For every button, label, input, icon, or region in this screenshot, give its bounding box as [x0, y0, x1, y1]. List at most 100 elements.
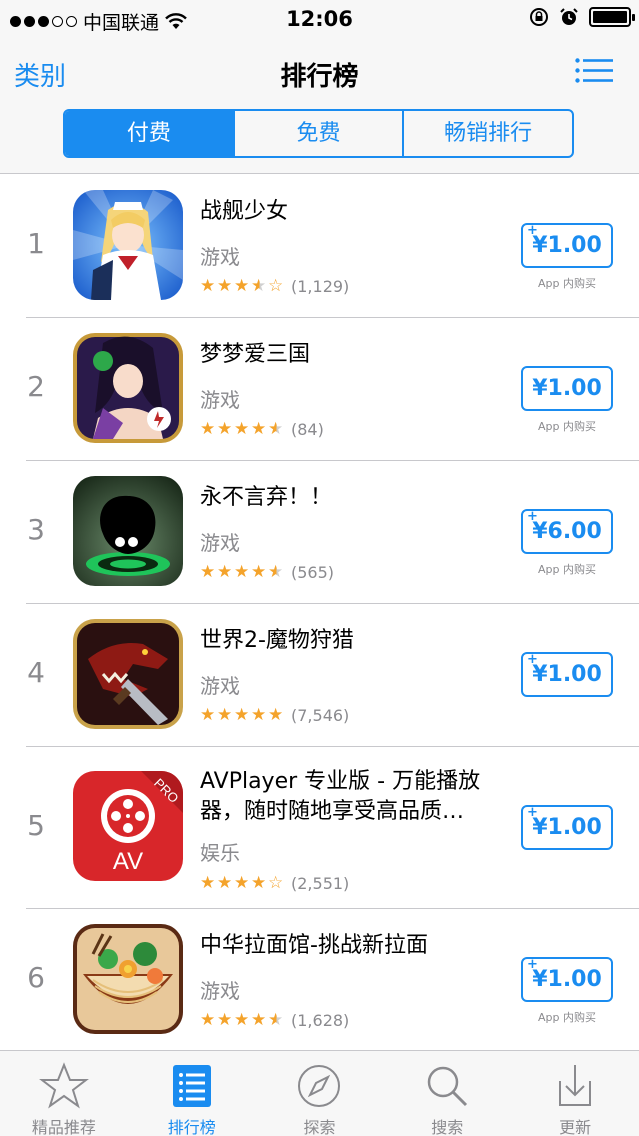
rank-number: 6: [27, 961, 45, 994]
navigation-bar: 类别 排行榜 付费 免费 畅销排行: [0, 38, 639, 174]
plus-icon: +: [527, 957, 538, 972]
app-icon[interactable]: [73, 333, 183, 443]
app-row[interactable]: 6 中华拉面馆-挑战新拉面 游戏 ★★★★★(1,628) +¥1.: [0, 909, 639, 1052]
app-name: 梦梦爱三国: [200, 342, 311, 367]
rating-count: (84): [291, 420, 324, 439]
price-area: + ¥1.00: [521, 805, 613, 857]
star-rating-icon: ★ ★ ★ ★ ☆: [200, 875, 285, 892]
rating: ★ ★ ★ ★ ★ (1,628): [200, 1011, 349, 1030]
star-icon: ★: [200, 419, 216, 439]
price-button[interactable]: ¥1.00: [521, 366, 613, 411]
star-icon: ★: [268, 562, 284, 582]
app-icon[interactable]: [73, 924, 183, 1034]
rank-number: 5: [27, 809, 45, 842]
price-button[interactable]: + ¥1.00: [521, 223, 613, 268]
star-icon: ★: [200, 873, 216, 893]
price-button[interactable]: + ¥1.00: [521, 805, 613, 850]
segment-paid[interactable]: 付费: [65, 111, 233, 156]
app-name: 永不言弃！！: [200, 485, 333, 510]
tab-label: 更新: [559, 1118, 592, 1136]
app-name: AVPlayer 专业版 - 万能播放器，随时随地享受高品质…: [200, 769, 481, 824]
rating: ★ ★ ★ ★ ★ (7,546): [200, 706, 349, 725]
app-category: 游戏: [200, 979, 240, 1003]
star-icon: ★: [200, 1010, 216, 1030]
star-icon: ★: [251, 562, 267, 582]
star-icon: ★: [234, 705, 250, 725]
star-icon: ★: [251, 419, 267, 439]
tab-featured[interactable]: 精品推荐: [0, 1051, 128, 1136]
app-row[interactable]: 5 PRO AV AVPlayer 专业版 - 万能播放器，随时随地享受高品质……: [0, 747, 639, 909]
tab-bar: 精品推荐 排行榜 探索 搜索 更新: [0, 1050, 639, 1136]
tab-label: 搜索: [431, 1118, 464, 1136]
in-app-purchase-note: App 内购买: [538, 563, 596, 576]
rating: ★ ★ ★ ★ ☆ (2,551): [200, 874, 349, 893]
app-name: 世界2-魔物狩猎: [200, 628, 354, 653]
app-category: 游戏: [200, 674, 240, 698]
app-row[interactable]: 1 战舰少女 游戏 ★ ★ ★ ★ ☆ (1,129) + ¥1.00 App 内购买: [0, 175, 639, 318]
star-icon: ★: [217, 705, 233, 725]
app-row[interactable]: 3 永不言弃！！ 游戏 ★ ★ ★ ★ ★ (565) + ¥6.00 App 内购买: [0, 461, 639, 604]
app-row[interactable]: 2 梦梦爱三国 游戏 ★ ★ ★ ★ ★ (84) ¥1.00 App 内购买: [0, 318, 639, 461]
app-icon[interactable]: [73, 619, 183, 729]
star-icon: [38, 1062, 89, 1109]
tab-search[interactable]: 搜索: [383, 1051, 511, 1136]
price-button[interactable]: + ¥6.00: [521, 509, 613, 554]
app-icon[interactable]: [73, 476, 183, 586]
app-icon[interactable]: [73, 190, 183, 300]
app-icon[interactable]: PRO AV: [73, 771, 183, 881]
star-icon: ★: [251, 1010, 267, 1030]
star-icon: ★: [217, 1010, 233, 1030]
star-icon: ☆: [268, 873, 284, 893]
rank-number: 3: [27, 513, 45, 546]
price-label: ¥1.00: [532, 662, 602, 687]
status-bar: 中国联通 12:06: [0, 0, 639, 38]
status-right: [529, 7, 635, 27]
plus-icon: +: [527, 223, 538, 238]
rating: ★ ★ ★ ★ ★ (84): [200, 420, 324, 439]
search-icon: [428, 1066, 468, 1107]
rank-number: 1: [27, 227, 45, 260]
tab-updates[interactable]: 更新: [511, 1051, 639, 1136]
plus-icon: +: [527, 652, 538, 667]
in-app-purchase-note: App 内购买: [538, 1011, 596, 1024]
segment-top-grossing[interactable]: 畅销排行: [402, 111, 572, 156]
rank-number: 2: [27, 370, 45, 403]
rating-count: (7,546): [291, 706, 350, 725]
star-icon: ★: [217, 562, 233, 582]
star-icon: ★: [234, 1010, 250, 1030]
price-label: ¥1.00: [532, 233, 602, 258]
star-icon: ★: [200, 705, 216, 725]
rating-count: (2,551): [291, 874, 350, 893]
app-name: 中华拉面馆-挑战新拉面: [200, 933, 428, 958]
star-rating-icon: ★ ★ ★ ★ ★: [200, 707, 285, 724]
app-row[interactable]: 4 世界2-魔物狩猎 游戏 ★ ★ ★ ★ ★ (7,546) + ¥1.00: [0, 604, 639, 747]
rotation-lock-icon: [530, 8, 548, 26]
price-button[interactable]: + ¥1.00: [521, 957, 613, 1002]
star-icon: ★: [217, 873, 233, 893]
star-icon: ★: [217, 276, 233, 296]
star-icon: ★: [200, 276, 216, 296]
app-list: 1 战舰少女 游戏 ★ ★ ★ ★ ☆ (1,129) + ¥1.00 App 内购买: [0, 175, 639, 1052]
segment-free[interactable]: 免费: [232, 111, 403, 156]
segmented-control: 付费 免费 畅销排行: [63, 109, 574, 158]
star-icon: ★: [234, 562, 250, 582]
rank-number: 4: [27, 656, 45, 689]
star-rating-icon: ★ ★ ★ ★ ★: [200, 564, 285, 581]
star-icon: ★: [268, 705, 284, 725]
price-button[interactable]: + ¥1.00: [521, 652, 613, 697]
price-label: ¥6.00: [532, 519, 602, 544]
tab-top-charts[interactable]: 排行榜: [128, 1051, 256, 1136]
star-icon: ★: [251, 276, 267, 296]
list-menu-icon[interactable]: [575, 58, 613, 84]
star-icon: ★: [268, 419, 284, 439]
app-category: 游戏: [200, 245, 240, 269]
av-logo-text: AV: [113, 848, 143, 875]
tab-explore[interactable]: 探索: [256, 1051, 384, 1136]
star-icon: ★: [234, 419, 250, 439]
price-label: ¥1.00: [532, 376, 602, 401]
plus-icon: +: [527, 509, 538, 524]
price-label: ¥1.00: [532, 815, 602, 840]
star-icon: ★: [268, 1010, 284, 1030]
in-app-purchase-note: App 内购买: [538, 420, 596, 433]
rating: ★ ★ ★ ★ ☆ (1,129): [200, 277, 349, 296]
